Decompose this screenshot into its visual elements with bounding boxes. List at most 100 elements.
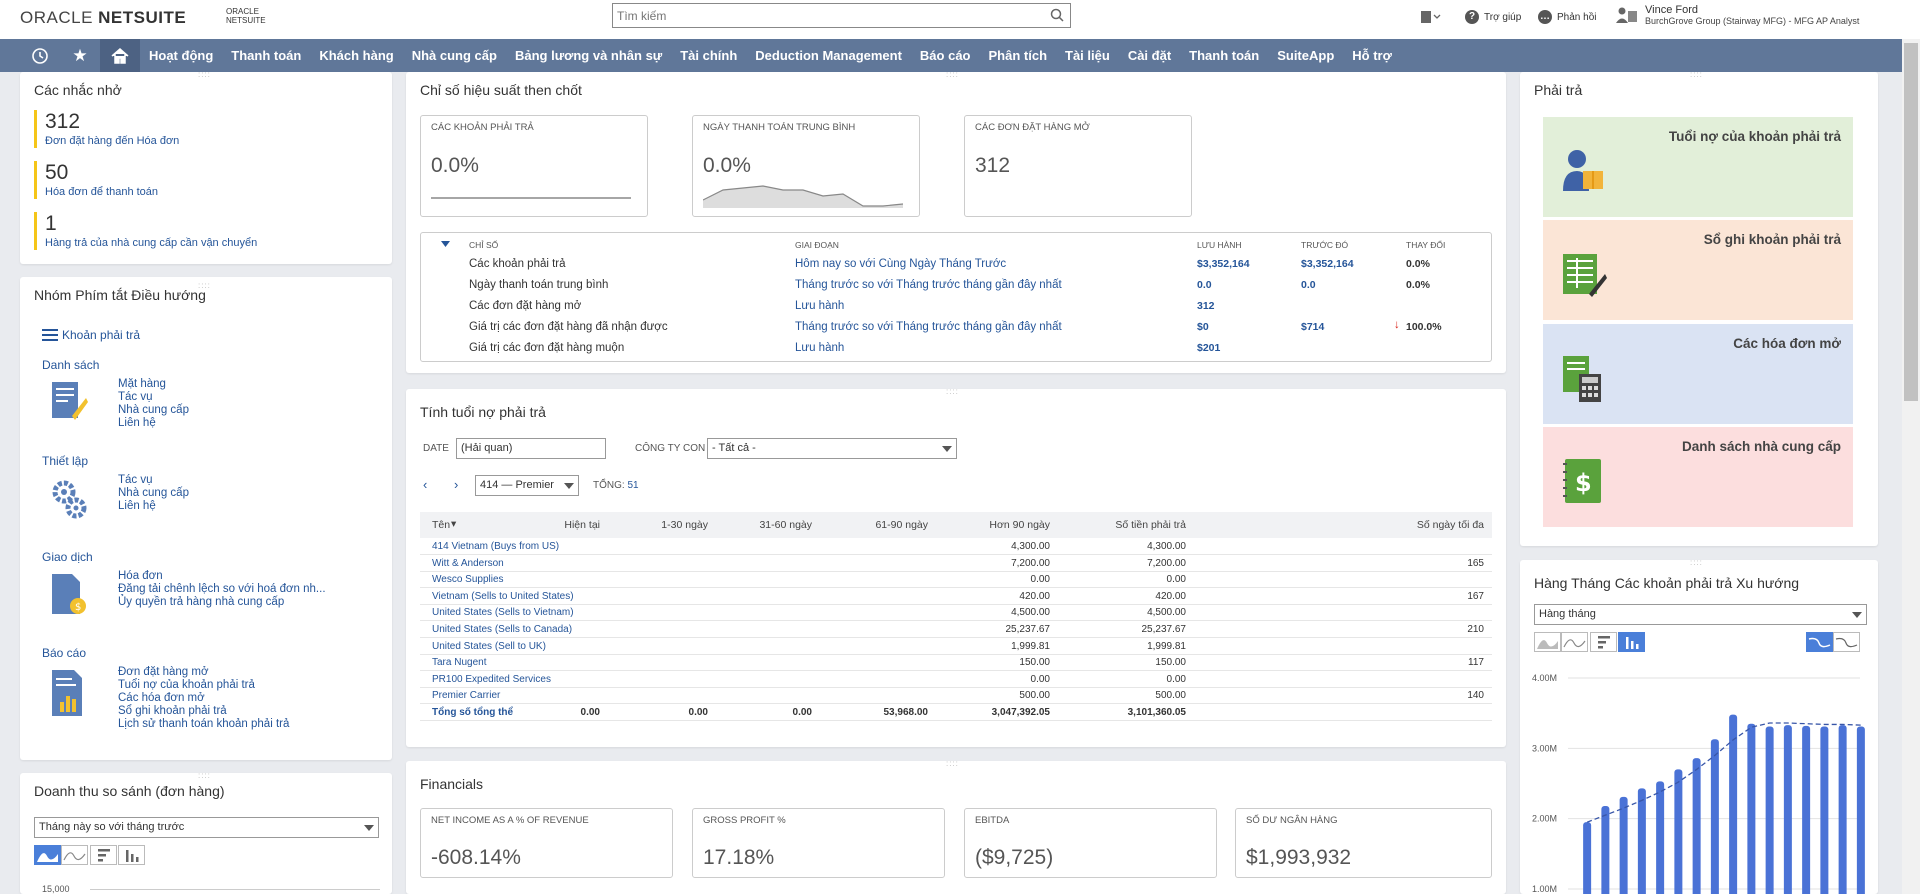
kpi-tile-open-po[interactable]: CÁC ĐƠN ĐẶT HÀNG MỞ 312 bbox=[964, 115, 1192, 217]
nav-item[interactable]: SuiteApp bbox=[1268, 48, 1343, 63]
shortcut-link[interactable]: Hóa đơn bbox=[118, 570, 326, 583]
nav-item[interactable]: Phân tích bbox=[980, 48, 1057, 63]
chart-bar[interactable] bbox=[1674, 769, 1683, 894]
vendor-name-link[interactable]: Vietnam (Sells to United States) bbox=[432, 591, 574, 602]
shortcut-menu-label[interactable]: Khoản phải trả bbox=[62, 328, 140, 342]
drag-handle[interactable]: :::: bbox=[1690, 70, 1703, 79]
reminder-label[interactable]: Hóa đơn để thanh toán bbox=[45, 185, 158, 199]
column-chart-view-button[interactable] bbox=[118, 845, 145, 865]
column-header[interactable]: 1-30 ngày bbox=[661, 519, 708, 531]
nav-item[interactable]: Bảng lương và nhân sự bbox=[506, 48, 671, 63]
chart-bar[interactable] bbox=[1802, 725, 1811, 894]
shortcut-link[interactable]: Liên hệ bbox=[118, 417, 189, 430]
drag-handle[interactable]: :::: bbox=[198, 70, 211, 79]
kpi-previous[interactable]: 0.0 bbox=[1301, 279, 1316, 291]
area-chart-view-button[interactable] bbox=[34, 845, 61, 865]
nav-item[interactable]: Khách hàng bbox=[310, 48, 402, 63]
column-header[interactable]: Hơn 90 ngày bbox=[989, 519, 1050, 531]
feedback-button[interactable]: … Phản hồi bbox=[1538, 10, 1596, 24]
reminder-item[interactable]: 50 Hóa đơn để thanh toán bbox=[34, 161, 158, 199]
vendor-list-tile[interactable]: Danh sách nhà cung cấp $ bbox=[1543, 427, 1853, 527]
shortcut-link[interactable]: Sổ ghi khoản phải trả bbox=[118, 705, 289, 718]
column-header[interactable]: 61-90 ngày bbox=[875, 519, 928, 531]
recent-records-button[interactable] bbox=[1420, 10, 1442, 24]
financial-tile[interactable]: SỐ DƯ NGÂN HÀNG $1,993,932 bbox=[1235, 808, 1492, 878]
kpi-period[interactable]: Tháng trước so với Tháng trước tháng gần… bbox=[795, 321, 1062, 333]
chart-bar[interactable] bbox=[1637, 788, 1646, 894]
financial-tile[interactable]: NET INCOME AS A % OF REVENUE -608.14% bbox=[420, 808, 673, 878]
collapse-caret-icon[interactable] bbox=[441, 241, 450, 247]
vendor-name-link[interactable]: Wesco Supplies bbox=[432, 574, 504, 585]
nav-item[interactable]: Thanh toán bbox=[222, 48, 310, 63]
vendor-name-link[interactable]: 414 Vietnam (Buys from US) bbox=[432, 541, 559, 552]
sort-arrow-icon[interactable]: ▾ bbox=[451, 518, 456, 530]
reminder-item[interactable]: 312 Đơn đặt hàng đến Hóa đơn bbox=[34, 110, 179, 148]
kpi-current[interactable]: $201 bbox=[1197, 342, 1220, 354]
kpi-previous[interactable]: $714 bbox=[1301, 321, 1324, 333]
shortcut-link[interactable]: Ủy quyền trả hàng nhà cung cấp bbox=[118, 596, 326, 609]
chart-bar[interactable] bbox=[1747, 723, 1756, 894]
kpi-current[interactable]: $3,352,164 bbox=[1197, 258, 1250, 270]
shortcut-link[interactable]: Đơn đặt hàng mở bbox=[118, 666, 289, 679]
shortcut-link[interactable]: Nhà cung cấp bbox=[118, 404, 189, 417]
open-bills-tile[interactable]: Các hóa đơn mở bbox=[1543, 324, 1853, 424]
kpi-period[interactable]: Lưu hành bbox=[795, 300, 844, 312]
nav-item[interactable]: Báo cáo bbox=[911, 48, 980, 63]
nav-item[interactable]: Thanh toán bbox=[1180, 48, 1268, 63]
shortcut-link[interactable]: Lịch sử thanh toán khoản phải trả bbox=[118, 718, 289, 731]
previous-page-icon[interactable]: ‹ bbox=[423, 477, 427, 492]
shortcut-link[interactable]: Tác vụ bbox=[118, 474, 189, 487]
user-menu[interactable]: Vince Ford BurchGrove Group (Stairway MF… bbox=[1615, 4, 1859, 26]
kpi-current[interactable]: 312 bbox=[1197, 300, 1215, 312]
help-button[interactable]: ? Trợ giúp bbox=[1465, 10, 1521, 24]
next-page-icon[interactable]: › bbox=[454, 477, 458, 492]
hamburger-menu-icon[interactable] bbox=[42, 329, 58, 341]
search-icon[interactable] bbox=[1050, 8, 1064, 22]
kpi-current[interactable]: 0.0 bbox=[1197, 279, 1212, 291]
shortcut-link[interactable]: Các hóa đơn mở bbox=[118, 692, 289, 705]
compare-period-select[interactable]: Tháng này so với tháng trước bbox=[34, 817, 379, 838]
search-input[interactable] bbox=[613, 4, 1033, 27]
date-filter-input[interactable]: (Hải quan) bbox=[456, 438, 606, 459]
drag-handle[interactable]: :::: bbox=[946, 387, 959, 396]
kpi-previous[interactable]: $3,352,164 bbox=[1301, 258, 1354, 270]
chart-bar[interactable] bbox=[1765, 726, 1774, 894]
trendline-off-button[interactable] bbox=[1833, 632, 1860, 652]
vendor-name-link[interactable]: United States (Sell to UK) bbox=[432, 641, 546, 652]
column-header[interactable]: Số ngày tối đa bbox=[1417, 519, 1484, 531]
shortcut-link[interactable]: Đăng tải chênh lệch so với hoá đơn nh... bbox=[118, 583, 326, 596]
line-chart-view-button[interactable] bbox=[1561, 632, 1588, 652]
payables-register-tile[interactable]: Sổ ghi khoản phải trả bbox=[1543, 220, 1853, 320]
subsidiary-filter-select[interactable]: - Tất cả - bbox=[707, 438, 957, 459]
column-chart-view-button[interactable] bbox=[1618, 632, 1645, 652]
page-scrollbar[interactable] bbox=[1902, 39, 1920, 894]
kpi-tile-payables[interactable]: CÁC KHOẢN PHẢI TRẢ 0.0% bbox=[420, 115, 648, 217]
recent-history-icon[interactable] bbox=[20, 39, 60, 72]
shortcut-menu[interactable]: Khoản phải trả bbox=[42, 328, 140, 342]
reminder-item[interactable]: 1 Hàng trả của nhà cung cấp cần vận chuy… bbox=[34, 212, 257, 250]
page-select[interactable]: 414 — Premier bbox=[475, 475, 579, 496]
shortcut-link[interactable]: Liên hệ bbox=[118, 500, 189, 513]
netsuite-logo[interactable]: ORACLE NETSUITE bbox=[20, 8, 186, 28]
horizontal-bar-view-button[interactable] bbox=[1590, 632, 1617, 652]
chart-bar[interactable] bbox=[1729, 714, 1738, 894]
chart-bar[interactable] bbox=[1820, 726, 1829, 894]
column-header[interactable]: Hiện tại bbox=[564, 519, 600, 531]
chart-bar[interactable] bbox=[1656, 781, 1665, 894]
chart-bar[interactable] bbox=[1838, 725, 1847, 894]
reminder-label[interactable]: Hàng trả của nhà cung cấp cần vận chuyển bbox=[45, 236, 257, 250]
vendor-name-link[interactable]: PR100 Expedited Services bbox=[432, 674, 551, 685]
kpi-current[interactable]: $0 bbox=[1197, 321, 1209, 333]
vendor-name-link[interactable]: Premier Carrier bbox=[432, 690, 500, 701]
drag-handle[interactable]: :::: bbox=[946, 759, 959, 768]
kpi-tile-days-to-pay[interactable]: NGÀY THANH TOÁN TRUNG BÌNH 0.0% bbox=[692, 115, 920, 217]
chart-bar[interactable] bbox=[1783, 725, 1792, 894]
nav-item[interactable]: Tài liệu bbox=[1056, 48, 1119, 63]
kpi-period[interactable]: Tháng trước so với Tháng trước tháng gần… bbox=[795, 279, 1062, 291]
shortcut-link[interactable]: Tác vụ bbox=[118, 391, 189, 404]
scrollbar-thumb[interactable] bbox=[1904, 43, 1918, 401]
vendor-name-link[interactable]: Tổng số tổng thể bbox=[432, 707, 513, 718]
vendor-name-link[interactable]: Tara Nugent bbox=[432, 657, 486, 668]
nav-item[interactable]: Tài chính bbox=[671, 48, 746, 63]
drag-handle[interactable]: :::: bbox=[1690, 558, 1703, 567]
